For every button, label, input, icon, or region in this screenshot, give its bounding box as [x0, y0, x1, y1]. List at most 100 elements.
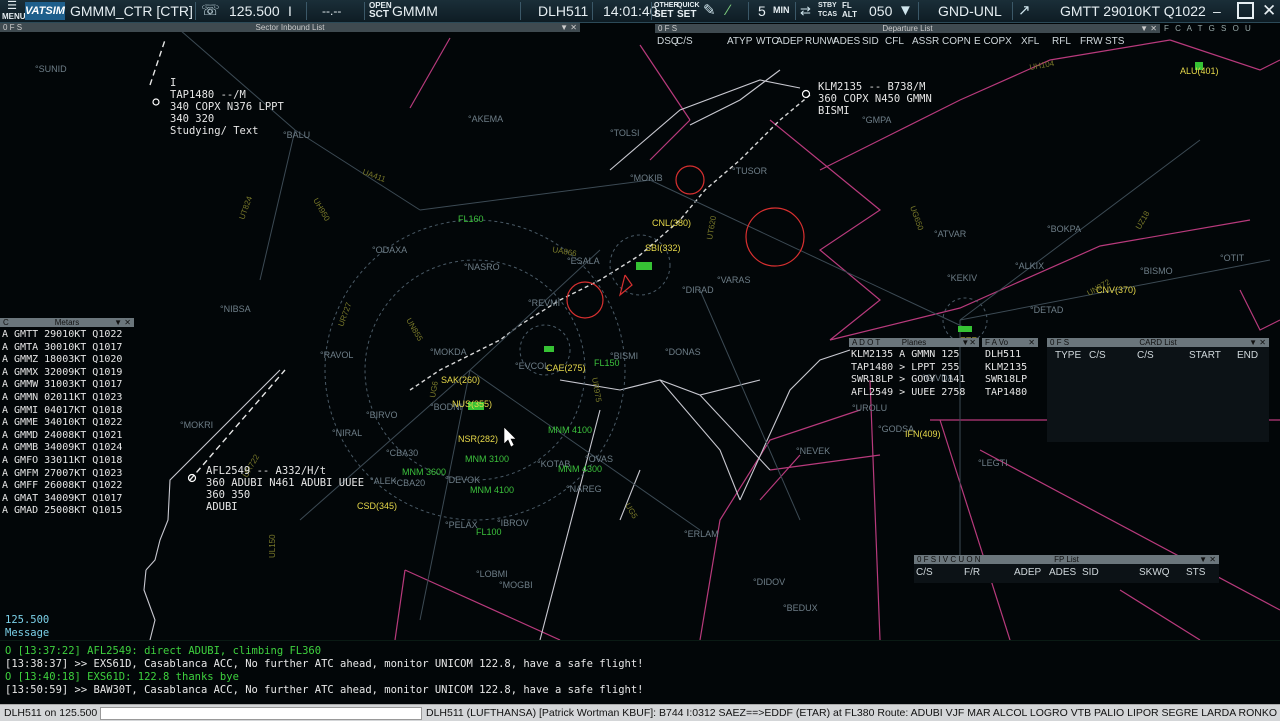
metar-row[interactable]: A GMAT 34009KT Q1017 — [2, 493, 134, 506]
metar-row[interactable]: A GMME 34010KT Q1022 — [2, 417, 134, 430]
waypoint-label: °DIDOV — [753, 577, 785, 587]
track-label[interactable]: KLM2135 -- B738/M 360 COPX N450 GMMN BISMI — [818, 81, 932, 117]
card-list-window[interactable]: 0 F S CARD List ▼ ✕ TYPE C/S C/S START E… — [1047, 338, 1269, 442]
vo-window[interactable]: F A Vo ✕ DLH511 KLM2135 SWR18LP TAP1480 — [982, 338, 1038, 402]
metar-row[interactable]: A GMTT 29010KT Q1022 — [2, 329, 134, 342]
waypoint-label: °UROLU — [852, 403, 887, 413]
fp-list-window[interactable]: 0 F S I V C U O N FP List ▼ ✕ C/S F/R AD… — [914, 555, 1219, 583]
vo-row[interactable]: KLM2135 — [985, 362, 1038, 375]
filter-icon[interactable]: ▼ — [898, 0, 913, 22]
waypoint-label: °BALU — [283, 130, 310, 140]
track-label-line: 340 320 — [170, 113, 215, 125]
track-label[interactable]: I TAP1480 --/M 340 COPX N376 LPPT 340 320 St… — [170, 77, 284, 137]
minimize-icon[interactable]: – — [1213, 0, 1221, 22]
maximize-icon[interactable] — [1237, 2, 1254, 19]
transition-level[interactable]: 050 — [869, 0, 892, 22]
fl-alt-button[interactable]: FL ALT — [842, 0, 860, 22]
vo-row[interactable]: TAP1480 — [985, 387, 1038, 400]
altitude-label: FL150 — [594, 358, 620, 368]
track-label[interactable]: AFL2549 -- A332/H/t 360 ADUBI N461 ADUBI … — [206, 465, 364, 513]
metar-row[interactable]: A GMFM 27007KT Q1023 — [2, 468, 134, 481]
min-label: MIN — [773, 5, 790, 15]
metar-row[interactable]: A GMMB 34009KT Q1024 — [2, 442, 134, 455]
planes-row[interactable]: SWR18LP > GOOY 1141 — [851, 374, 979, 387]
close-icon[interactable]: ✕ — [1262, 0, 1276, 22]
sector-inbound-window[interactable]: 0 F S Sector Inbound List ▼ ✕ — [0, 23, 580, 32]
range-value[interactable]: 5 — [758, 0, 766, 22]
chat-message[interactable]: O [13:40:18] EXS61D: 122.8 thanks bye — [5, 671, 239, 684]
departure-list-header: DSQ C/S ATYP WTC ADEP RUNW ADES SID CFL … — [657, 36, 1125, 47]
transponder-icon[interactable]: ⇄ — [800, 0, 811, 22]
waypoint-label: °SUNID — [35, 64, 67, 74]
airway-label: UT620 — [705, 215, 718, 241]
wind-icon[interactable]: ↗ — [1018, 0, 1031, 22]
card-list-title: CARD List — [1139, 338, 1177, 347]
chat-message[interactable]: [13:38:37] >> EXS61D, Casablanca ACC, No… — [5, 658, 643, 671]
metar-row[interactable]: A GMMI 04017KT Q1018 — [2, 405, 134, 418]
metar-row[interactable]: A GMMW 31003KT Q1017 — [2, 379, 134, 392]
metars-window[interactable]: C Metars ▼ ✕ A GMTT 29010KT Q1022 A GMTA … — [0, 318, 134, 516]
waypoint-label: °MOGBI — [499, 580, 533, 590]
chat-message[interactable]: O [13:37:22] AFL2549: direct ADUBI, clim… — [5, 645, 321, 658]
departure-list-window[interactable]: 0 F S Departure List ▼ ✕ DSQ C/S ATYP WT… — [655, 24, 1160, 51]
flightplan-summary: DLH511 (LUFTHANSA) [Patrick Wortman KBUF… — [426, 707, 1278, 719]
planes-close[interactable]: ▼✕ — [961, 338, 976, 347]
metar-row[interactable]: A GMMZ 18003KT Q1020 — [2, 354, 134, 367]
quick-set-button[interactable]: QUICK SET — [677, 0, 700, 22]
selected-callsign[interactable]: DLH511 — [538, 0, 588, 22]
waypoint-label: °CBA30 — [386, 448, 418, 458]
metar-row[interactable]: A GMMX 32009KT Q1019 — [2, 367, 134, 380]
sector-name[interactable]: GMMM — [392, 0, 438, 22]
message-frequency: 125.500 — [5, 614, 50, 626]
departure-list-close[interactable]: ▼ ✕ — [1140, 24, 1157, 33]
waypoint-label: °NEVEK — [796, 446, 830, 456]
altitude-label: MNM 4100 — [470, 485, 514, 495]
metar-row[interactable]: A GMAD 25008KT Q1015 — [2, 505, 134, 518]
target-klm2135[interactable] — [801, 89, 811, 99]
metar-row[interactable]: A GMTA 30010KT Q1017 — [2, 342, 134, 355]
altitude-label: MNM 3600 — [402, 467, 446, 477]
main-metar[interactable]: GMTT 29010KT Q1022 — [1060, 0, 1206, 22]
planes-row[interactable]: AFL2549 > UUEE 2758 — [851, 387, 979, 400]
metar-row[interactable]: A GMMN 02011KT Q1023 — [2, 392, 134, 405]
fp-list-close[interactable]: ▼ ✕ — [1199, 555, 1216, 564]
target-tap1480[interactable] — [152, 98, 160, 106]
airport-label: SAK(260) — [441, 375, 480, 385]
waypoint-label: °LEGTI — [978, 458, 1008, 468]
message-box[interactable]: 125.500 Message — [5, 614, 49, 640]
line-tool-icon[interactable]: ∕ — [727, 0, 730, 22]
planes-window[interactable]: A D O T Planes ▼✕ KLM2135 A GMMN 125 TAP1… — [849, 338, 979, 402]
planes-row[interactable]: KLM2135 A GMMN 125 — [851, 349, 979, 362]
card-list-close[interactable]: ▼ ✕ — [1249, 338, 1266, 347]
headset-icon[interactable]: ☏ — [201, 0, 220, 22]
planes-row[interactable]: TAP1480 > LPPT 255 — [851, 362, 979, 375]
status-frequency: DLH511 on 125.500 — [4, 707, 98, 719]
ruler-icon[interactable]: ✎ — [703, 0, 716, 22]
squawk-display[interactable]: --.-- — [322, 0, 341, 22]
waypoint-label: °TOLSI — [610, 128, 639, 138]
stby-tcas-button[interactable]: STBY TCAS — [818, 0, 840, 22]
station-label[interactable]: GMMM_CTR [CTR] — [70, 0, 193, 22]
sector-inbound-controls[interactable]: ▼ ✕ — [560, 23, 577, 32]
frequency-display[interactable]: 125.500 — [229, 0, 280, 22]
airway-label: UT824 — [237, 195, 254, 221]
planes-title: Planes — [901, 338, 927, 347]
vo-row[interactable]: DLH511 — [985, 349, 1038, 362]
command-input[interactable] — [100, 707, 422, 720]
right-panel-flags[interactable]: F C A T G S O U — [1164, 24, 1253, 33]
waypoint-label: °TUSOR — [732, 166, 768, 176]
menu-button[interactable]: ☰ MENU — [2, 0, 26, 22]
vo-close[interactable]: ✕ — [1028, 338, 1035, 347]
airway-label: UL150 — [268, 534, 277, 558]
chat-message[interactable]: [13:50:59] >> BAW30T, Casablanca ACC, No… — [5, 684, 643, 697]
metar-row[interactable]: A GMFO 33011KT Q1018 — [2, 455, 134, 468]
chat-log[interactable]: O [13:37:22] AFL2549: direct ADUBI, clim… — [0, 640, 1280, 706]
waypoint-label: °ALKIX — [1015, 261, 1044, 271]
vo-row[interactable]: SWR18LP — [985, 374, 1038, 387]
metar-row[interactable]: A GMMD 24008KT Q1021 — [2, 430, 134, 443]
metar-row[interactable]: A GMFF 26008KT Q1022 — [2, 480, 134, 493]
open-sector-button[interactable]: OPEN SCT — [369, 0, 392, 22]
altitude-filter[interactable]: GND-UNL — [938, 0, 1002, 22]
metars-close[interactable]: ▼ ✕ — [114, 318, 131, 327]
other-set-button[interactable]: OTHER SET — [654, 0, 679, 22]
